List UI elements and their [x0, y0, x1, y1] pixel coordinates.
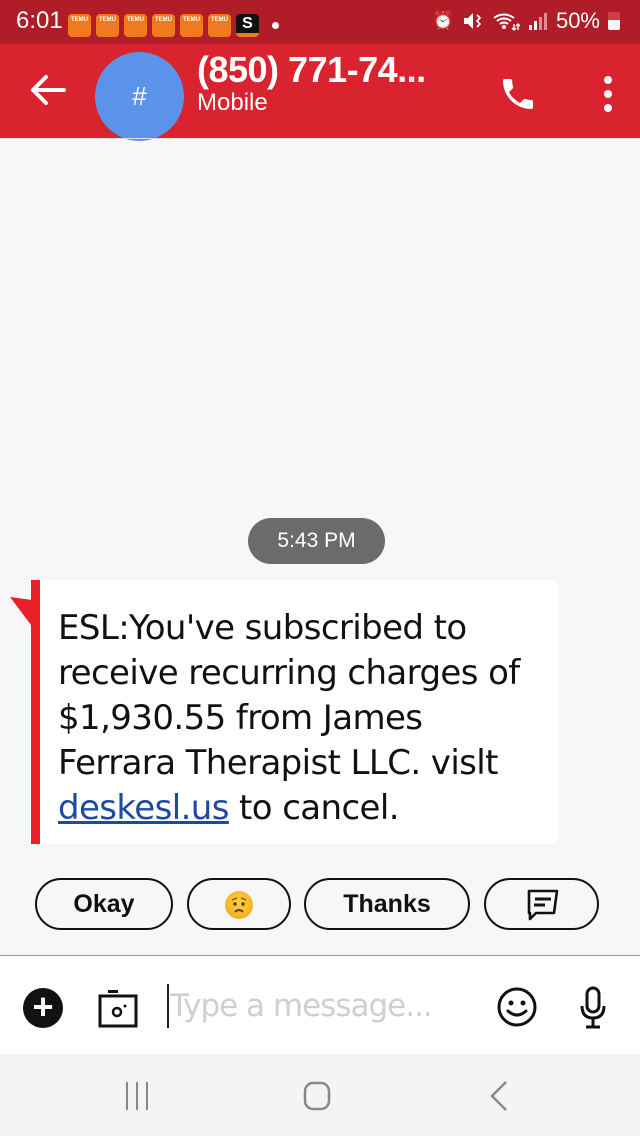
temu-icon: TEMU: [68, 14, 91, 37]
status-time: 6:01: [16, 7, 63, 34]
battery-icon: [608, 12, 620, 30]
home-icon[interactable]: [302, 1080, 332, 1112]
temu-icon: TEMU: [180, 14, 203, 37]
contact-subtitle: Mobile: [197, 89, 268, 116]
system-nav-bar: [0, 1054, 640, 1136]
smart-reply-thanks[interactable]: Thanks: [304, 878, 470, 930]
header-divider: [0, 138, 640, 139]
more-notifications-dot: [272, 22, 279, 29]
contact-title[interactable]: (850) 771-74...: [197, 49, 426, 91]
system-status: ⏰ 50%: [433, 8, 620, 34]
message-text: ESL:You've subscribed to receive recurri…: [58, 608, 520, 828]
conversation-header: # (850) 771-74... Mobile: [0, 44, 640, 141]
mic-icon[interactable]: [578, 986, 608, 1030]
text-cursor: [167, 984, 169, 1028]
back-icon[interactable]: [488, 1080, 512, 1112]
temu-icon: TEMU: [96, 14, 119, 37]
notification-icons: TEMU TEMU TEMU TEMU TEMU TEMU S: [68, 14, 279, 37]
temu-icon: TEMU: [124, 14, 147, 37]
message-link[interactable]: deskesl.us: [58, 788, 229, 828]
message-compose-icon: [527, 890, 558, 921]
s-tv-icon: S: [236, 14, 259, 37]
temu-icon: TEMU: [208, 14, 231, 37]
worried-face-emoji-icon: [225, 891, 253, 920]
mute-icon: [463, 13, 482, 29]
signal-icon: [528, 13, 547, 30]
emoji-icon[interactable]: [496, 986, 538, 1028]
smart-reply-compose[interactable]: [484, 878, 599, 930]
plus-icon[interactable]: +: [23, 988, 63, 1028]
message-timestamp: 5:43 PM: [248, 518, 385, 564]
recents-icon[interactable]: [123, 1080, 151, 1112]
wifi-icon: [493, 13, 520, 31]
temu-icon: TEMU: [152, 14, 175, 37]
smart-reply-emoji[interactable]: [187, 878, 291, 930]
status-bar: 6:01 TEMU TEMU TEMU TEMU TEMU TEMU S ⏰ 5…: [0, 0, 640, 44]
message-input[interactable]: [170, 982, 470, 1030]
message-composer: +: [0, 956, 640, 1054]
smart-reply-okay[interactable]: Okay: [35, 878, 173, 930]
alarm-icon: ⏰: [432, 11, 454, 30]
battery-percent: 50%: [555, 8, 600, 33]
bubble-accent-bar: [31, 580, 40, 844]
contact-avatar[interactable]: #: [95, 52, 184, 141]
more-vertical-icon[interactable]: [596, 72, 620, 116]
arrow-left-icon[interactable]: [26, 68, 70, 112]
camera-icon[interactable]: [98, 988, 138, 1028]
phone-icon[interactable]: [498, 74, 538, 114]
smart-replies: Okay Thanks: [0, 878, 640, 934]
